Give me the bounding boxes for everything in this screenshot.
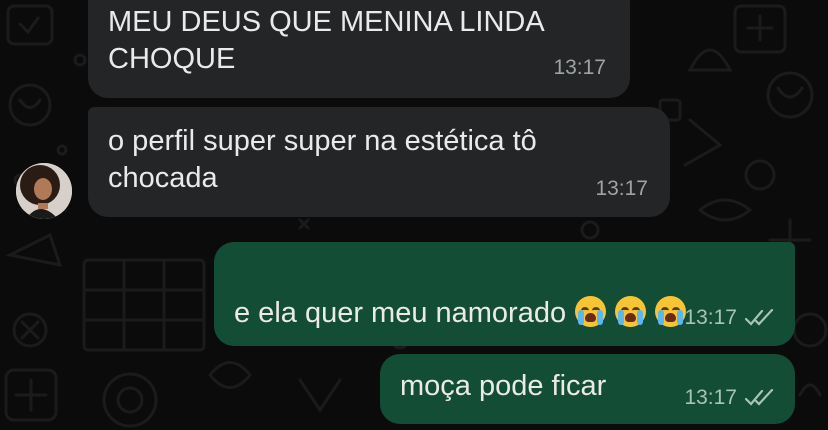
message-bubble[interactable]: moça pode ficar 13:17 — [380, 354, 795, 424]
message-text: e ela quer meu namorado — [234, 258, 687, 332]
message-bubble[interactable]: e ela quer meu namorado 13:17 — [214, 242, 795, 346]
message-text: moça pode ficar — [400, 370, 607, 402]
message-bubble[interactable]: MEU DEUS QUE MENINA LINDA CHOQUE 13:17 — [88, 0, 630, 98]
message-time: 13:17 — [684, 306, 737, 329]
message-text: MEU DEUS QUE MENINA LINDA CHOQUE — [108, 6, 545, 75]
message-text: o perfil super super na estética tô choc… — [108, 125, 537, 194]
message-time: 13:17 — [553, 56, 606, 79]
message-time: 13:17 — [595, 177, 648, 200]
message-meta: 13:17 — [553, 49, 606, 86]
read-double-check-icon — [745, 388, 775, 407]
message-bubble[interactable]: o perfil super super na estética tô choc… — [88, 107, 670, 217]
avatar-photo-icon — [16, 163, 72, 219]
message-meta: 13:17 — [684, 299, 775, 336]
message-text-content: e ela quer meu namorado — [234, 297, 567, 329]
read-double-check-icon — [745, 308, 775, 327]
loudly-crying-face-emoji-icon — [615, 296, 647, 327]
loudly-crying-face-emoji-icon — [655, 296, 687, 327]
message-meta: 13:17 — [684, 379, 775, 416]
message-time: 13:17 — [684, 386, 737, 409]
loudly-crying-face-emoji-icon — [575, 296, 607, 327]
message-meta: 13:17 — [595, 170, 648, 207]
contact-avatar[interactable] — [16, 163, 72, 219]
